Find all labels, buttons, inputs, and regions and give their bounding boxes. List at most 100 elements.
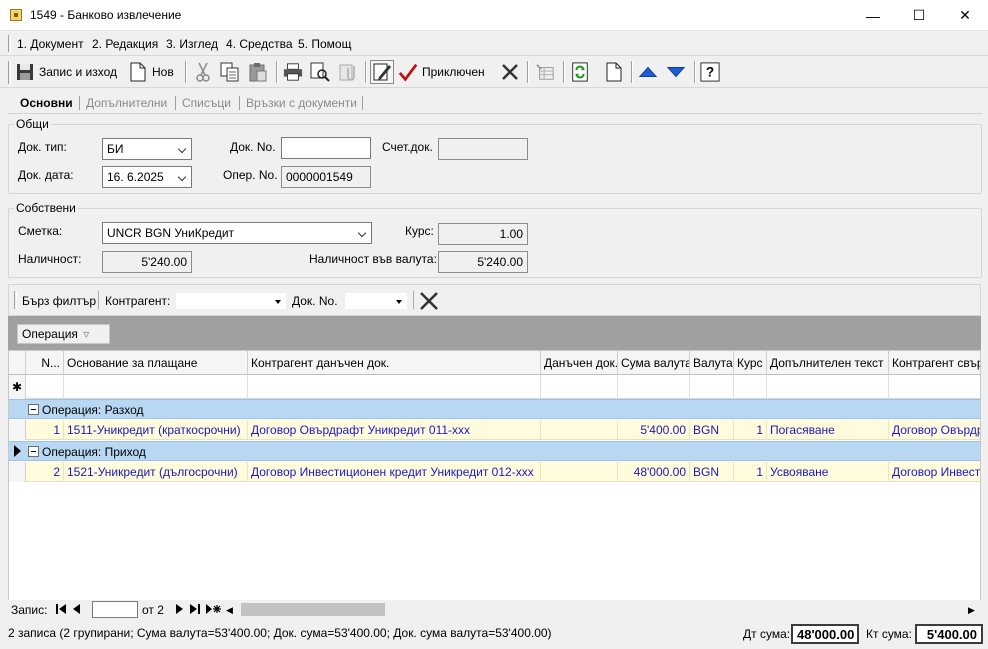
- new-record-nav-button[interactable]: [204, 602, 222, 616]
- move-up-button[interactable]: [638, 60, 658, 84]
- collapse-icon[interactable]: [28, 446, 39, 457]
- column-header-additional-text[interactable]: Допълнителен текст: [767, 351, 889, 375]
- tab-main[interactable]: Основни: [20, 96, 73, 110]
- record-number-input[interactable]: [92, 601, 138, 618]
- save-exit-button[interactable]: Запис и изход: [15, 60, 117, 84]
- cell-amount[interactable]: 5'400.00: [618, 420, 690, 440]
- sort-icon: ▿: [83, 327, 90, 341]
- cell-currency[interactable]: BGN: [690, 462, 734, 482]
- refresh-button[interactable]: [570, 60, 590, 84]
- menu-document[interactable]: 1. Документ: [17, 37, 84, 51]
- group-row-expense[interactable]: Операция: Разход: [9, 399, 980, 419]
- column-header-linked-contractor[interactable]: Контрагент свързан: [889, 351, 980, 375]
- menu-view[interactable]: 3. Изглед: [166, 37, 218, 51]
- next-record-button[interactable]: [172, 602, 186, 616]
- cell-additional-text[interactable]: Усвояване: [767, 462, 889, 482]
- cell-additional-text[interactable]: Погасяване: [767, 420, 889, 440]
- tab-lists[interactable]: Списъци: [182, 96, 231, 110]
- paste-button[interactable]: [248, 60, 268, 84]
- printer-icon: [283, 62, 303, 82]
- menu-help[interactable]: 5. Помощ: [298, 37, 351, 51]
- cell-rate[interactable]: 1: [734, 420, 767, 440]
- copy-button[interactable]: [220, 60, 240, 84]
- tab-underline: [8, 113, 982, 114]
- move-down-button[interactable]: [666, 60, 686, 84]
- svg-text:?: ?: [706, 65, 714, 80]
- toolbar-grip: [8, 61, 11, 84]
- column-header-contractor[interactable]: Контрагент данъчен док.: [248, 351, 541, 375]
- column-header-n[interactable]: N...: [26, 351, 64, 375]
- last-record-button[interactable]: [188, 602, 202, 616]
- account-select[interactable]: UNCR BGN УниКредит: [102, 222, 372, 244]
- group-row-income[interactable]: Операция: Приход: [9, 441, 980, 461]
- new-row-marker: ✱: [9, 375, 26, 399]
- doc-type-select[interactable]: БИ: [102, 138, 192, 160]
- finished-button[interactable]: Приключен: [398, 60, 485, 84]
- tab-separator: [79, 96, 80, 110]
- cell-rate[interactable]: 1: [734, 462, 767, 482]
- grid-options-button[interactable]: [535, 60, 555, 84]
- prev-record-button[interactable]: [70, 602, 84, 616]
- print-button[interactable]: [283, 60, 303, 84]
- cell-contractor[interactable]: Договор Инвестиционен кредит Уникредит 0…: [248, 462, 541, 482]
- clear-filter-button[interactable]: [418, 290, 440, 312]
- attach-button[interactable]: [338, 60, 358, 84]
- cell-basis[interactable]: 1521-Уникредит (дългосрочни): [64, 462, 248, 482]
- account-label: Сметка:: [18, 224, 63, 238]
- doc-no-input[interactable]: [281, 137, 371, 159]
- last-record-icon: [190, 604, 200, 614]
- menu-edit[interactable]: 2. Редакция: [92, 37, 158, 51]
- new-record-row[interactable]: ✱: [9, 375, 980, 399]
- edit-toggle-button[interactable]: [370, 60, 394, 84]
- cell-tax-doc[interactable]: [541, 420, 618, 440]
- cell-contractor[interactable]: Договор Овърдрафт Уникредит 011-xxx: [248, 420, 541, 440]
- cut-button[interactable]: [193, 60, 213, 84]
- cell-n[interactable]: 2: [26, 462, 64, 482]
- document-button[interactable]: [604, 60, 624, 84]
- cell-currency[interactable]: BGN: [690, 420, 734, 440]
- print-preview-button[interactable]: [310, 60, 330, 84]
- balance-label: Наличност:: [18, 252, 82, 266]
- cell-n[interactable]: 1: [26, 420, 64, 440]
- maximize-button[interactable]: ☐: [896, 0, 942, 31]
- doc-no-filter-select[interactable]: [345, 293, 407, 309]
- new-label: Нов: [152, 65, 174, 79]
- toolbar-separator: [694, 61, 696, 83]
- first-record-button[interactable]: [54, 602, 68, 616]
- scissors-icon: [193, 62, 213, 82]
- column-header-amount[interactable]: Сума валута: [618, 351, 690, 375]
- balance-field: 5'240.00: [102, 251, 192, 273]
- tab-additional[interactable]: Допълнителни: [86, 96, 167, 110]
- horizontal-scrollbar-thumb[interactable]: [241, 603, 385, 616]
- table-row[interactable]: 1 1511-Уникредит (краткосрочни) Договор …: [9, 420, 980, 440]
- column-header-rate[interactable]: Курс: [734, 351, 767, 375]
- help-button[interactable]: ?: [700, 60, 720, 84]
- menu-tools[interactable]: 4. Средства: [226, 37, 293, 51]
- scroll-left-icon[interactable]: ◀: [226, 605, 233, 616]
- scroll-right-icon[interactable]: ▶: [968, 605, 975, 616]
- table-row[interactable]: 2 1521-Уникредит (дългосрочни) Договор И…: [9, 462, 980, 482]
- column-header-currency[interactable]: Валута: [690, 351, 734, 375]
- debit-total-value: 48'000.00: [791, 624, 859, 644]
- doc-no-label: Док. No.: [230, 140, 276, 154]
- acc-doc-field: [438, 138, 528, 160]
- credit-total-label: Кт сума:: [866, 627, 912, 641]
- minimize-button[interactable]: —: [850, 0, 896, 31]
- tab-document-links[interactable]: Връзки с документи: [246, 96, 357, 110]
- column-header-tax-doc[interactable]: Данъчен док.: [541, 351, 618, 375]
- close-button[interactable]: ✕: [942, 0, 988, 31]
- cancel-button[interactable]: [500, 60, 520, 84]
- group-by-operation-chip[interactable]: Операция ▿: [17, 324, 110, 344]
- cell-linked-contractor[interactable]: Договор Инвестиционен: [889, 462, 980, 482]
- new-button[interactable]: Нов: [128, 60, 174, 84]
- cell-basis[interactable]: 1511-Уникредит (краткосрочни): [64, 420, 248, 440]
- copy-icon: [220, 62, 240, 82]
- doc-date-picker[interactable]: 16. 6.2025: [102, 166, 192, 188]
- column-header-basis[interactable]: Основание за плащане: [64, 351, 248, 375]
- contractor-filter-select[interactable]: [176, 293, 286, 309]
- cell-tax-doc[interactable]: [541, 462, 618, 482]
- cell-amount[interactable]: 48'000.00: [618, 462, 690, 482]
- cell-linked-contractor[interactable]: Договор Овърдрафт: [889, 420, 980, 440]
- collapse-icon[interactable]: [28, 404, 39, 415]
- acc-doc-label: Счет.док.: [382, 140, 433, 154]
